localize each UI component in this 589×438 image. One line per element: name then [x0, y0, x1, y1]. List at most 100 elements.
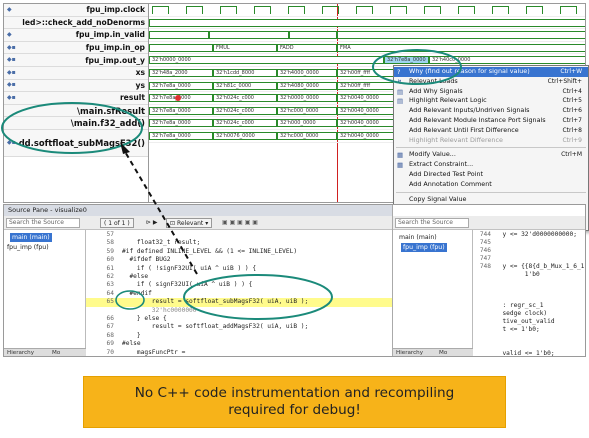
waveform-value[interactable]: 32'h40c0_0000 — [429, 56, 585, 65]
waveform-value[interactable] — [337, 31, 585, 40]
right-search-input[interactable]: Search the Source — [395, 218, 469, 228]
menu-item[interactable]: Copy Signal Value — [394, 195, 588, 205]
waveform-value[interactable]: 32'h0000_0000 — [277, 94, 337, 103]
right-tree-item-main[interactable]: main (main) — [399, 233, 437, 242]
clock-pulse — [390, 6, 407, 14]
signal-row[interactable]: \main.f32_add() — [4, 117, 148, 130]
menu-item[interactable]: Add Annotation Comment — [394, 180, 588, 190]
toolbar-icons[interactable]: ▣ ▣ ▣ ▣ ▣ — [222, 218, 258, 228]
code-text: : regr_sc_1 — [495, 302, 544, 310]
waveform-value[interactable]: FMUL — [213, 43, 277, 52]
menu-item-shortcut: Ctrl+Shift+ — [547, 77, 582, 85]
waveform-value[interactable]: 32'h7e8a_0000 — [149, 119, 213, 128]
signal-row[interactable]: ◆ fpu_imp.clock — [4, 4, 148, 17]
waveform-value[interactable]: 32'h7e8a_0000 — [149, 94, 213, 103]
waveform-value[interactable]: 32'h4080_0000 — [277, 81, 337, 90]
clock-pulse — [424, 6, 441, 14]
waveform-value[interactable]: 32'h7e8a_0000 — [384, 56, 429, 65]
right-tree-item-fpu[interactable]: fpu_imp (fpu) — [401, 243, 447, 252]
code-text: #if defined INLINE_LEVEL && (1 <= INLINE… — [122, 247, 298, 255]
signal-type-icon: ◆▪ — [7, 68, 16, 76]
menu-item-label: Copy Signal Value — [409, 194, 467, 203]
menu-item-shortcut: Ctrl+8 — [562, 126, 582, 134]
waveform-value[interactable]: FADD — [277, 43, 337, 52]
tree-item-fpu[interactable]: fpu_imp (fpu) — [7, 243, 49, 252]
menu-item-shortcut: Ctrl+5 — [562, 97, 582, 105]
menu-item[interactable]: ▦ Modify Value... Ctrl+M — [394, 150, 588, 160]
signal-row[interactable]: ◆▪ fpu_imp.out_y — [4, 54, 148, 67]
waveform-value[interactable]: 32'h024c_c000 — [213, 106, 277, 115]
code-text: } else { — [122, 315, 167, 322]
waveform-value[interactable]: 32'h48a_2000 — [149, 69, 213, 77]
signal-name: fpu_imp.clock — [86, 5, 145, 15]
tab-hierarchy[interactable]: Hierarchy — [7, 348, 34, 356]
waveform-value[interactable]: 32'hc000_0000 — [277, 132, 337, 140]
code-line[interactable]: 70 magsFuncPtr = — [86, 349, 392, 356]
waveform-value[interactable]: 32'hc000_0000 — [277, 106, 337, 115]
menu-item[interactable]: Highlight Relevant Difference Ctrl+9 — [394, 136, 588, 146]
menu-item[interactable]: Add Relevant Until First Difference Ctrl+… — [394, 126, 588, 136]
waveform-value[interactable]: 32'h7e8a_0000 — [149, 106, 213, 115]
waveform-value[interactable]: 32'h1cdd_8000 — [213, 69, 277, 77]
waveform-value[interactable]: 32'h000_0000 — [277, 119, 337, 128]
right-tab-modules[interactable]: Mo — [439, 348, 447, 356]
right-source-pane: Search the Source main (main) fpu_imp (f… — [392, 205, 585, 357]
waveform-value[interactable] — [149, 18, 585, 27]
waveform-value[interactable]: 32'h0000_0000 — [149, 56, 384, 65]
clock-trace[interactable] — [149, 4, 585, 17]
menu-item[interactable]: ▤ Add Why Signals Ctrl+4 — [394, 87, 588, 97]
waveform-value[interactable] — [209, 31, 289, 40]
right-tab-hierarchy[interactable]: Hierarchy — [396, 348, 423, 356]
waveform-trace[interactable]: FMUL FADD FMA — [149, 42, 585, 55]
code-text: #endif — [122, 289, 152, 297]
source-toolbar: Search the Source ( 1 of 1 ) ⊳ ▶ ⊡ Relev… — [4, 216, 394, 230]
source-code-view: 57 58 float32_t result; 59 #if defined INLI… — [86, 230, 392, 356]
waveform-value[interactable]: 32'h7e8a_0000 — [149, 81, 213, 90]
menu-separator — [396, 147, 586, 149]
waveform-value[interactable]: 32'h024c_c000 — [213, 119, 277, 128]
code-text: y <= {{8{d_b_Mux_1_6_1 — [495, 262, 585, 270]
source-search-input[interactable]: Search the Source — [6, 218, 80, 228]
menu-item[interactable]: ? Why (find out reason for signal value) C… — [394, 67, 588, 77]
signal-row[interactable]: \main.sfResult — [4, 104, 148, 118]
signal-name: fpu_imp.in_valid — [75, 30, 145, 40]
signal-row[interactable]: ◆▪ result — [4, 92, 148, 105]
right-code-line[interactable]: valid <= 1'b0; — [473, 350, 585, 357]
signal-row[interactable]: ◆▪ ys — [4, 79, 148, 93]
menu-item[interactable]: Add Relevant Module Instance Port Signal… — [394, 116, 588, 126]
menu-item[interactable]: Add Relevant Inputs/Undriven Signals Ctrl… — [394, 106, 588, 116]
tree-item-main[interactable]: main (main) — [10, 233, 52, 242]
waveform-value[interactable]: 32'h0076_0000 — [213, 132, 277, 140]
code-text: #ifdef BUG2 — [122, 256, 171, 264]
menu-item-shortcut: Ctrl+9 — [562, 136, 582, 144]
waveform-value[interactable] — [149, 31, 209, 40]
menu-item[interactable]: ▤ Highlight Relevant Logic Ctrl+5 — [394, 96, 588, 106]
signal-row[interactable]: ◆▪ fpu_imp.in_op — [4, 41, 148, 55]
signal-row[interactable]: ◆▪ dd.softfloat_subMagsF32() — [4, 129, 148, 157]
waveform-value[interactable]: 32'h024c_c000 — [213, 94, 277, 103]
waveform-value[interactable]: 32'h00ff_ffff — [337, 81, 397, 90]
menu-item-shortcut: Ctrl+7 — [562, 116, 582, 124]
waveform-value[interactable] — [289, 31, 337, 40]
waveform-value[interactable] — [149, 43, 213, 52]
waveform-trace[interactable] — [149, 17, 585, 30]
signal-type-icon: ◆▪ — [7, 43, 16, 51]
source-pane-title: Source Pane - visualize0 — [4, 205, 394, 216]
code-text: #else — [122, 340, 141, 348]
signal-row[interactable]: ◆▪ xs — [4, 66, 148, 80]
nav-arrows-icon[interactable]: ⊳ ▶ — [146, 218, 158, 228]
waveform-value[interactable]: 32'h81c_0000 — [213, 81, 277, 90]
signal-row[interactable]: ◆ fpu_imp.in_valid — [4, 29, 148, 42]
menu-item[interactable]: Add Directed Test Point — [394, 170, 588, 180]
menu-item[interactable]: ↯ Relevant Loads Ctrl+Shift+ — [394, 77, 588, 87]
menu-item-label: Why (find out reason for signal value) — [409, 67, 530, 75]
menu-item[interactable]: ▦ Extract Constraint... — [394, 160, 588, 170]
menu-item-label: Highlight Relevant Logic — [409, 96, 487, 105]
filter-dropdown[interactable]: ⊡ Relevant ▾ — [166, 218, 213, 228]
signal-row[interactable]: led>::check_add_noDenorms — [4, 16, 148, 30]
waveform-trace[interactable] — [149, 29, 585, 42]
waveform-value[interactable]: 32'h4000_0000 — [277, 69, 337, 77]
tab-modules[interactable]: Mo — [52, 348, 60, 356]
waveform-value[interactable]: 32'h7e8a_0000 — [149, 132, 213, 140]
waveform-value[interactable]: FMA — [337, 43, 585, 52]
